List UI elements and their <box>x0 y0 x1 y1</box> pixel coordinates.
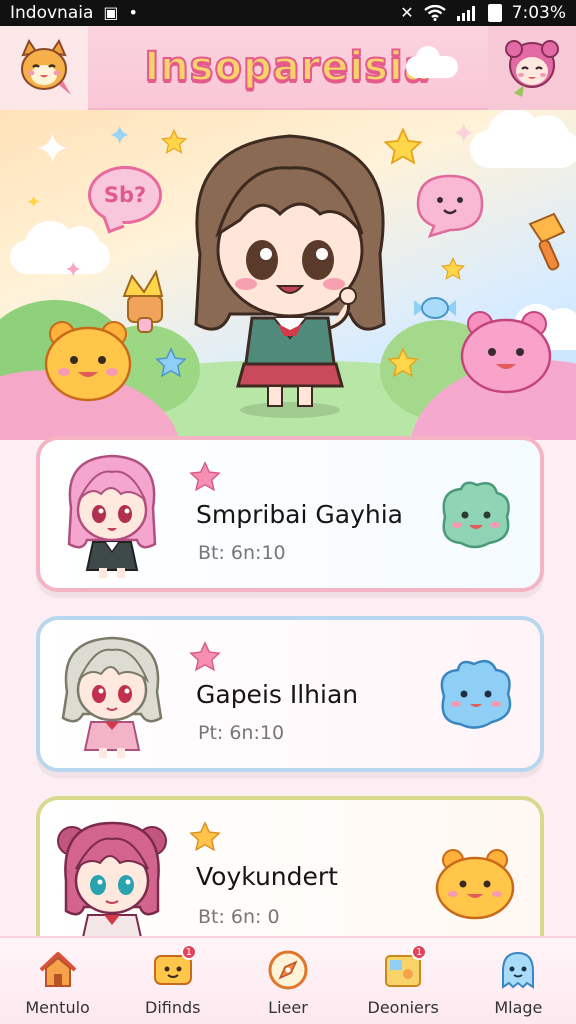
character-avatar <box>52 811 172 951</box>
notification-badge: 1 <box>411 944 428 960</box>
bottom-navigation: Mentulo 1 Difinds Lieer 1 Deoniers Mlage <box>0 936 576 1024</box>
nav-item-home[interactable]: Mentulo <box>0 938 115 1017</box>
sparkle-decoration: ✦ <box>64 258 83 283</box>
battery-icon <box>487 4 502 22</box>
nav-label: Mentulo <box>25 998 90 1017</box>
cloud-decoration <box>10 221 110 274</box>
star-icon <box>440 256 466 280</box>
sparkle-decoration: ✦ <box>26 192 42 213</box>
star-icon <box>189 641 221 672</box>
anime-girl-illustration <box>194 134 386 418</box>
character-avatar <box>52 624 172 764</box>
fox-avatar-button[interactable] <box>0 26 88 110</box>
speech-bubble: Sb? <box>88 166 162 224</box>
nav-item-collection[interactable]: 1 Deoniers <box>346 938 461 1017</box>
mascot-slot <box>432 838 518 924</box>
character-name: Smpribai Gayhia <box>196 500 403 529</box>
character-card[interactable]: Smpribai Gayhia Bt: 6n:10 <box>36 436 544 592</box>
profile-avatar-button[interactable] <box>488 26 576 110</box>
character-avatar <box>52 444 172 584</box>
hero-banner: ✦ ✦ ✦ ✦ ✦ Sb? <box>0 110 576 440</box>
app-header: Insopareisia <box>0 26 576 110</box>
fox-mascot-icon <box>21 38 71 95</box>
compass-icon <box>266 948 310 992</box>
clock: 7:03% <box>511 3 566 23</box>
star-icon <box>189 461 221 492</box>
character-card[interactable]: Gapeis Ilhian Pt: 6n:10 <box>36 616 544 772</box>
card-body: Gapeis Ilhian Pt: 6n:10 <box>172 620 432 768</box>
candy-icon <box>414 297 456 319</box>
carrier-label: Indovnaia <box>10 3 94 23</box>
mascot-slot <box>432 471 518 557</box>
hammer-icon <box>528 212 566 271</box>
pink-ghost-icon <box>416 174 484 238</box>
nav-label: Deoniers <box>367 998 439 1017</box>
green-blob-icon <box>442 481 510 549</box>
notification-icon: ▣ <box>103 3 119 22</box>
card-body: Smpribai Gayhia Bt: 6n:10 <box>172 440 432 588</box>
orange-bear-icon <box>44 321 132 402</box>
mute-icon: ✕ <box>400 3 414 22</box>
sparkle-decoration: ✦ <box>108 119 132 152</box>
sparkle-decoration: ✦ <box>34 124 71 175</box>
character-subtitle: Pt: 6n:10 <box>198 722 285 744</box>
character-name: Gapeis Ilhian <box>196 680 359 709</box>
app-title: Insopareisia <box>143 43 432 91</box>
cloud-decoration <box>470 110 576 168</box>
ghost-icon <box>496 948 540 992</box>
nav-item-explore[interactable]: Lieer <box>230 938 345 1017</box>
pink-bear-icon <box>460 311 552 394</box>
sparkle-decoration: ✦ <box>452 117 476 150</box>
silver-hair-girl-icon <box>61 636 163 758</box>
character-subtitle: Bt: 6n:10 <box>198 542 286 564</box>
nav-item-message[interactable]: Mlage <box>461 938 576 1017</box>
home-icon <box>36 948 80 992</box>
status-bar: Indovnaia ▣ • ✕ 7:03% <box>0 0 576 26</box>
nav-label: Lieer <box>268 998 308 1017</box>
nav-label: Mlage <box>494 998 543 1017</box>
nav-item-friends[interactable]: 1 Difinds <box>115 938 230 1017</box>
blue-blob-icon <box>440 659 512 729</box>
cloud-decoration <box>406 46 458 78</box>
girl-avatar-icon <box>505 40 559 97</box>
signal-icon <box>456 6 475 21</box>
puzzle-icon: 1 <box>381 944 428 992</box>
nav-label: Difinds <box>145 998 201 1017</box>
character-subtitle: Bt: 6n: 0 <box>198 906 280 928</box>
maroon-hair-girl-icon <box>57 821 167 951</box>
chat-icon: 1 <box>151 944 197 992</box>
dot-icon: • <box>128 3 138 22</box>
notification-badge: 1 <box>180 944 197 960</box>
character-name: Voykundert <box>196 862 338 891</box>
pink-hair-girl-icon <box>67 454 157 578</box>
mascot-slot <box>432 651 518 737</box>
wifi-icon <box>423 5 446 21</box>
star-icon <box>189 821 221 852</box>
orange-blob-icon <box>435 849 515 920</box>
